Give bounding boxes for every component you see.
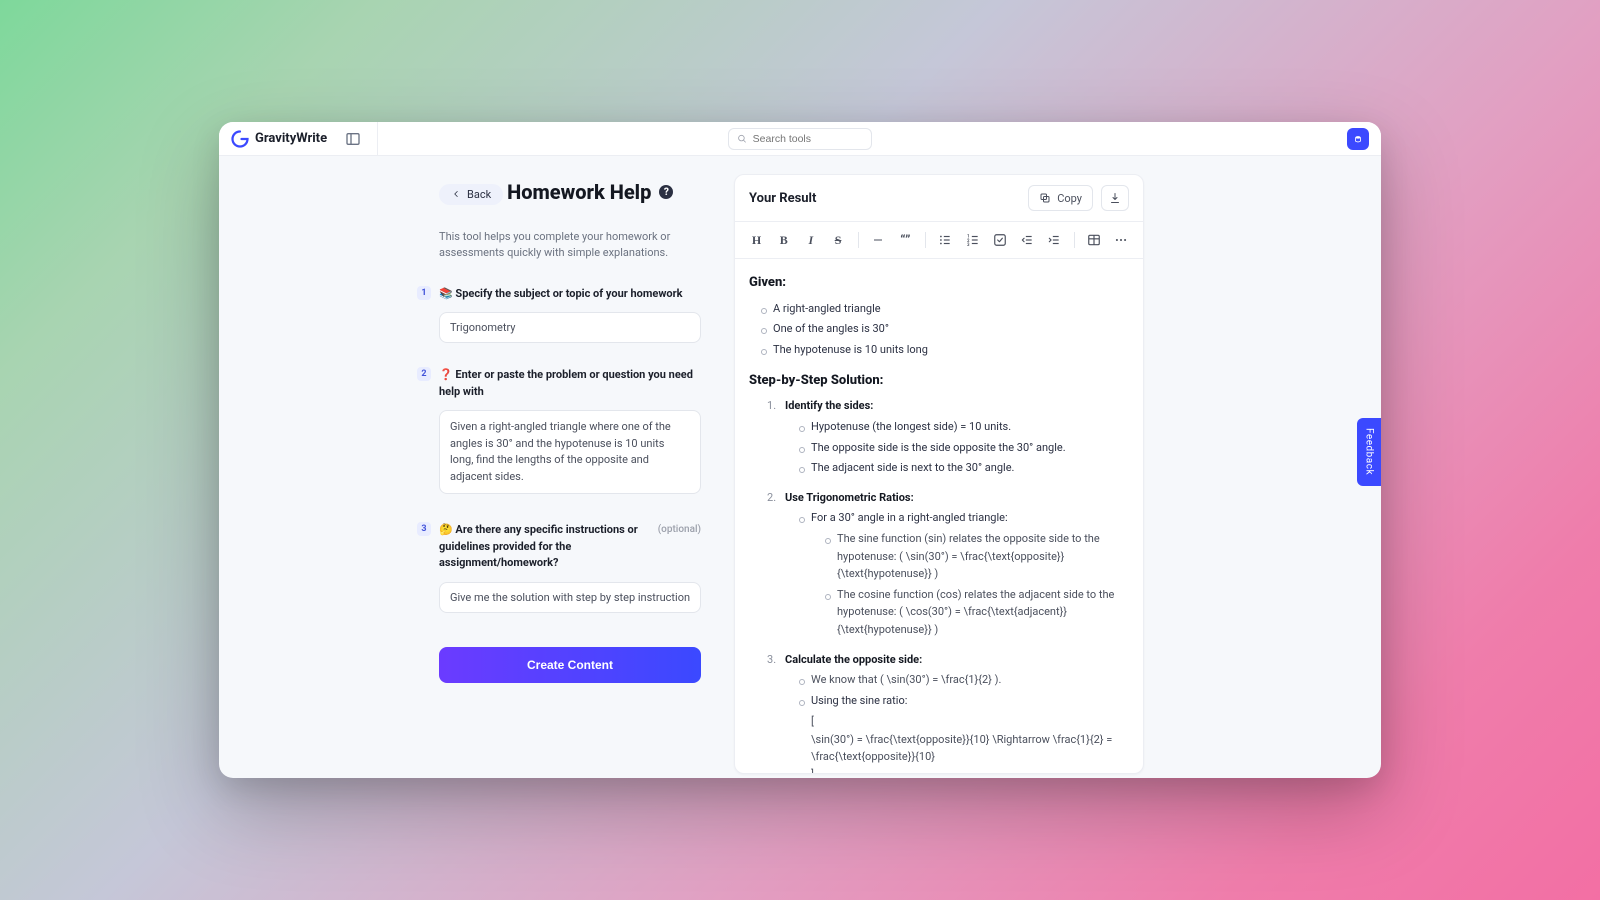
table-button[interactable] <box>1083 228 1106 252</box>
step-title: Use Trigonometric Ratios: <box>785 489 1129 507</box>
step-2: 2 ❓ Enter or paste the problem or questi… <box>439 367 701 498</box>
toolbar-sep <box>858 232 859 248</box>
arrow-left-icon <box>451 189 461 199</box>
credits-icon <box>1353 134 1363 144</box>
result-actions: Copy <box>1028 185 1129 211</box>
solution-step-1: Identify the sides: Hypotenuse (the long… <box>767 397 1129 476</box>
hr-button[interactable] <box>867 228 890 252</box>
create-content-button[interactable]: Create Content <box>439 647 701 683</box>
result-title: Your Result <box>749 191 816 206</box>
brand-logo-icon <box>231 130 249 148</box>
credits-button[interactable] <box>1347 128 1369 150</box>
more-icon <box>1114 233 1128 247</box>
optional-tag: (optional) <box>658 522 701 537</box>
outdent-button[interactable] <box>1015 228 1038 252</box>
step-2-badge: 2 <box>417 367 431 381</box>
content: Back Homework Help ? This tool helps you… <box>219 156 1381 778</box>
outdent-icon <box>1020 233 1034 247</box>
step-detail: The opposite side is the side opposite t… <box>799 439 1129 457</box>
math-line: ] <box>811 766 1129 773</box>
toolbar-sep <box>1074 232 1075 248</box>
solution-step-3: Calculate the opposite side: We know tha… <box>767 651 1129 774</box>
step-detail: We know that ( \sin(30°) = \frac{1}{2} )… <box>799 671 1129 689</box>
more-button[interactable] <box>1110 228 1133 252</box>
strikethrough-button[interactable]: S <box>826 228 849 252</box>
result-header: Your Result Copy <box>735 175 1143 221</box>
download-icon <box>1109 192 1121 204</box>
step-detail: The cosine function (cos) relates the ad… <box>825 586 1129 639</box>
result-panel: Your Result Copy H B I <box>734 156 1381 778</box>
app-window: GravityWrite Back Homework Help <box>219 122 1381 778</box>
page-title: Homework Help ? <box>507 180 673 204</box>
toolbar-sep <box>925 232 926 248</box>
step-detail-text: Using the sine ratio: <box>811 694 907 707</box>
divider <box>377 122 378 156</box>
copy-label: Copy <box>1057 192 1082 205</box>
step-1-badge: 1 <box>417 286 431 300</box>
table-icon <box>1087 233 1101 247</box>
copy-icon <box>1039 192 1051 204</box>
bold-button[interactable]: B <box>772 228 795 252</box>
step-detail-text: For a 30° angle in a right-angled triang… <box>811 511 1008 524</box>
page-title-text: Homework Help <box>507 180 651 204</box>
topbar: GravityWrite <box>219 122 1381 156</box>
form-panel: Back Homework Help ? This tool helps you… <box>219 156 734 778</box>
info-icon[interactable]: ? <box>659 185 673 199</box>
indent-icon <box>1047 233 1061 247</box>
step-1: 1 📚 Specify the subject or topic of your… <box>439 286 701 344</box>
ol-button[interactable]: 123 <box>961 228 984 252</box>
search-icon <box>737 133 747 144</box>
given-item: A right-angled triangle <box>761 300 1129 318</box>
step-3-badge: 3 <box>417 522 431 536</box>
result-card: Your Result Copy H B I <box>734 174 1144 774</box>
ol-icon: 123 <box>966 233 980 247</box>
quote-button[interactable]: “” <box>894 228 917 252</box>
given-item: The hypotenuse is 10 units long <box>761 341 1129 359</box>
brand[interactable]: GravityWrite <box>231 130 327 148</box>
search-input-wrap[interactable] <box>728 128 872 150</box>
page-description: This tool helps you complete your homewo… <box>439 229 701 262</box>
back-button[interactable]: Back <box>439 184 503 205</box>
step-3-label: 🤔 Are there any specific instructions or… <box>439 522 701 572</box>
solution-heading: Step-by-Step Solution: <box>749 371 1129 392</box>
step-1-label: 📚 Specify the subject or topic of your h… <box>439 286 701 303</box>
step-detail: The sine function (sin) relates the oppo… <box>825 530 1129 583</box>
subject-input[interactable] <box>439 312 701 343</box>
step-detail: For a 30° angle in a right-angled triang… <box>799 509 1129 638</box>
math-line: [ <box>811 713 1129 731</box>
search-container <box>728 128 872 150</box>
step-3: 3 🤔 Are there any specific instructions … <box>439 522 701 613</box>
solution-step-2: Use Trigonometric Ratios: For a 30° angl… <box>767 489 1129 639</box>
download-button[interactable] <box>1101 185 1129 211</box>
copy-button[interactable]: Copy <box>1028 185 1093 211</box>
back-label: Back <box>467 188 491 201</box>
indent-button[interactable] <box>1043 228 1066 252</box>
step-2-label: ❓ Enter or paste the problem or question… <box>439 367 701 400</box>
step-3-label-text: 🤔 Are there any specific instructions or… <box>439 522 654 572</box>
editor-content[interactable]: Given: A right-angled triangle One of th… <box>735 259 1143 773</box>
step-detail: Hypotenuse (the longest side) = 10 units… <box>799 418 1129 436</box>
svg-text:3: 3 <box>967 242 970 247</box>
given-item: One of the angles is 30° <box>761 320 1129 338</box>
checklist-button[interactable] <box>988 228 1011 252</box>
instructions-input[interactable] <box>439 582 701 613</box>
math-line: \sin(30°) = \frac{\text{opposite}}{10} \… <box>811 731 1129 766</box>
hr-icon <box>872 234 884 246</box>
heading-button[interactable]: H <box>745 228 768 252</box>
given-heading: Given: <box>749 273 1129 294</box>
panel-toggle-icon[interactable] <box>343 130 363 148</box>
ul-icon <box>938 233 952 247</box>
feedback-tab[interactable]: Feedback <box>1357 418 1381 486</box>
step-title: Calculate the opposite side: <box>785 651 1129 669</box>
brand-name: GravityWrite <box>255 131 327 146</box>
step-detail: Using the sine ratio: [ \sin(30°) = \fra… <box>799 692 1129 773</box>
italic-button[interactable]: I <box>799 228 822 252</box>
search-input[interactable] <box>753 133 863 145</box>
step-detail: The adjacent side is next to the 30° ang… <box>799 459 1129 477</box>
ul-button[interactable] <box>934 228 957 252</box>
problem-textarea[interactable]: Given a right-angled triangle where one … <box>439 410 701 494</box>
checklist-icon <box>993 233 1007 247</box>
editor-toolbar: H B I S “” 123 <box>735 221 1143 259</box>
step-title: Identify the sides: <box>785 397 1129 415</box>
